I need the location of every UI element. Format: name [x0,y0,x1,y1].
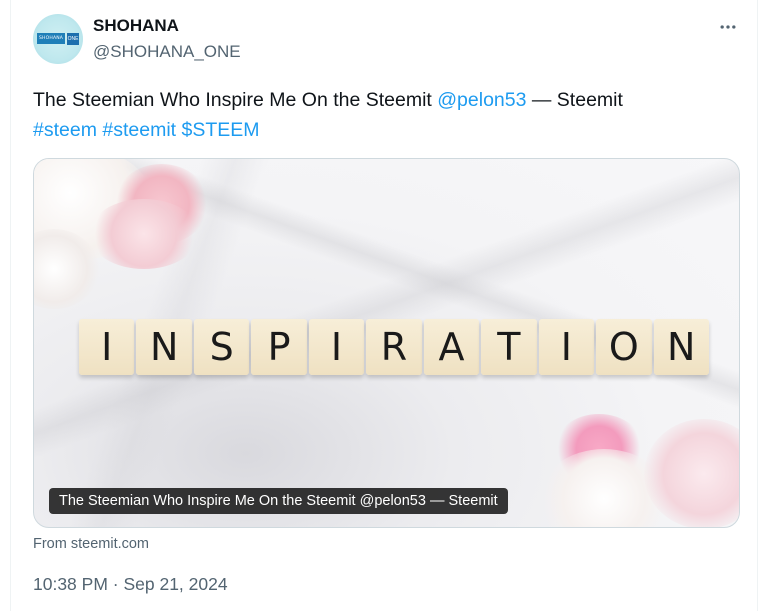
letter-tile: I [308,319,365,375]
tweet-text-body: The Steemian Who Inspire Me On the Steem… [33,89,438,111]
letter-tile: R [366,319,422,375]
avatar-logo-text: SHOHANA [37,33,66,44]
cashtag-steem-link[interactable]: $STEEM [182,119,260,141]
display-name[interactable]: SHOHANA [93,16,179,36]
letter-tile: A [423,319,480,375]
mention-link[interactable]: @pelon53 [437,89,526,111]
hashtag-steem-link[interactable]: #steem [33,119,97,141]
link-source[interactable]: From steemit.com [33,536,149,552]
letter-tile: I [538,319,595,375]
letter-tile: I [79,319,135,375]
letter-tile: N [136,319,192,375]
ellipsis-icon [720,25,736,29]
user-handle[interactable]: @SHOHANA_ONE [93,42,241,62]
letter-tile: T [481,319,537,375]
link-card-image[interactable]: I N S P I R A T I O N The Steemian Who I… [33,158,740,528]
more-options-button[interactable] [717,16,739,38]
tweet-card: SHOHANA ONE SHOHANA @SHOHANA_ONE The Ste… [10,0,758,611]
inspiration-tiles: I N S P I R A T I O N [79,319,709,375]
letter-tile: N [653,319,709,375]
letter-tile: O [596,319,652,375]
hashtag-steemit-link[interactable]: #steemit [102,119,176,141]
letter-tile: P [251,319,307,375]
tweet-timestamp[interactable]: 10:38 PM · Sep 21, 2024 [33,574,228,595]
avatar-logo: SHOHANA ONE [37,32,79,45]
tweet-text: The Steemian Who Inspire Me On the Steem… [33,85,733,145]
tweet-text-suffix: — Steemit [526,89,623,111]
avatar[interactable]: SHOHANA ONE [33,14,83,64]
avatar-logo-badge: ONE [67,32,79,45]
letter-tile: S [193,319,250,375]
link-card-title[interactable]: The Steemian Who Inspire Me On the Steem… [49,488,508,514]
flower-decoration [89,199,199,269]
